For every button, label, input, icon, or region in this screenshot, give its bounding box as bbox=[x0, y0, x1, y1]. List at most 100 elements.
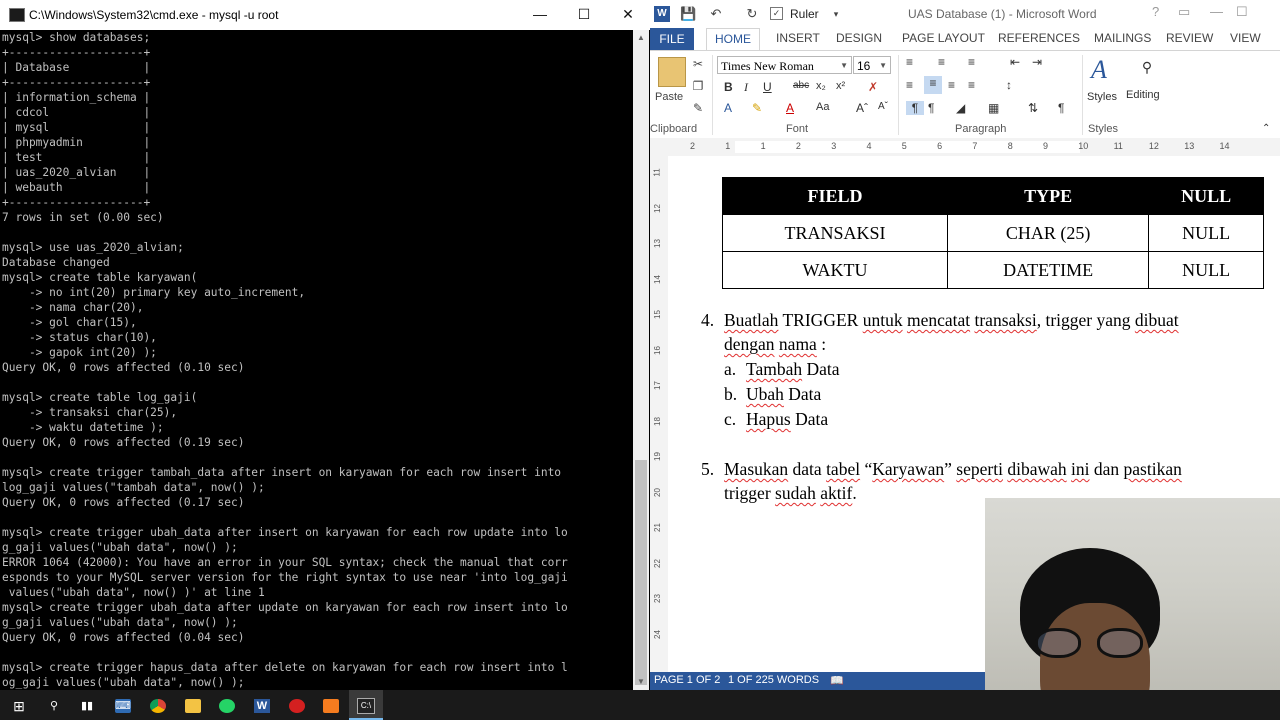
console-output[interactable]: mysql> show databases; +----------------… bbox=[2, 30, 630, 690]
ruler-number: 18 bbox=[652, 416, 662, 426]
styles-icon[interactable]: A bbox=[1091, 57, 1117, 83]
text-run: nama bbox=[778, 334, 817, 354]
word-count[interactable]: 1 OF 225 WORDS bbox=[728, 674, 819, 686]
cmd-title: C:\Windows\System32\cmd.exe - mysql -u r… bbox=[29, 8, 279, 22]
paste-icon[interactable] bbox=[658, 57, 686, 87]
maximize-button[interactable]: ☐ bbox=[562, 0, 606, 30]
text-run: dan bbox=[1089, 459, 1124, 479]
sort-icon[interactable]: ⇅ bbox=[1028, 101, 1038, 115]
proofing-icon[interactable]: 📖 bbox=[830, 674, 844, 687]
line-spacing-icon[interactable]: ↕ bbox=[1006, 78, 1012, 92]
change-case-icon[interactable]: Aa bbox=[816, 101, 829, 113]
task-view-icon[interactable]: ▮▮ bbox=[70, 690, 104, 720]
text-run: pastikan bbox=[1123, 459, 1182, 479]
group-divider bbox=[898, 55, 899, 135]
ribbon-display-icon[interactable]: ▭ bbox=[1178, 4, 1190, 20]
editing-button[interactable]: Editing bbox=[1126, 89, 1160, 101]
grow-font-icon[interactable]: Aˆ bbox=[856, 101, 868, 115]
tab-design[interactable]: DESIGN bbox=[836, 31, 882, 45]
redo-icon[interactable]: ↻ bbox=[744, 6, 760, 22]
vertical-ruler[interactable]: 11 12 13 14 15 16 17 18 19 20 21 22 23 24 bbox=[650, 156, 668, 672]
tab-home[interactable]: HOME bbox=[706, 28, 760, 52]
tab-page-layout[interactable]: PAGE LAYOUT bbox=[902, 31, 985, 45]
justify-icon[interactable]: ≡ bbox=[968, 78, 975, 92]
collapse-ribbon-icon[interactable]: ⌃ bbox=[1262, 123, 1270, 134]
cmd-window[interactable]: C:\Windows\System32\cmd.exe - mysql -u r… bbox=[0, 0, 651, 690]
strikethrough-icon[interactable]: abc bbox=[793, 80, 809, 91]
shading-icon[interactable]: ◢ bbox=[956, 101, 965, 115]
text-run: dibuat bbox=[1134, 310, 1179, 330]
cmd-titlebar[interactable]: C:\Windows\System32\cmd.exe - mysql -u r… bbox=[0, 0, 650, 30]
font-size-select[interactable]: 16 ▼ bbox=[853, 56, 891, 74]
ruler-number: 10 bbox=[1078, 141, 1089, 151]
show-formatting-icon[interactable]: ¶ bbox=[1058, 101, 1064, 115]
recorder-icon[interactable] bbox=[280, 690, 314, 720]
find-icon[interactable]: ⚲ bbox=[1138, 59, 1156, 77]
highlight-icon[interactable]: ✎ bbox=[752, 101, 762, 115]
cmd-taskbar-icon[interactable]: C:\ bbox=[349, 690, 383, 720]
cmd-scrollbar[interactable]: ▲ ▼ bbox=[633, 30, 649, 690]
minimize-button[interactable]: — bbox=[518, 0, 562, 30]
ruler-checkbox[interactable]: ✓ bbox=[770, 7, 783, 20]
close-button[interactable]: ✕ bbox=[606, 0, 650, 30]
paragraph-group-label: Paragraph bbox=[955, 123, 1007, 135]
align-right-icon[interactable]: ≡ bbox=[948, 78, 955, 92]
shrink-font-icon[interactable]: Aˇ bbox=[878, 101, 888, 112]
font-color-icon[interactable]: A bbox=[786, 101, 794, 115]
table-row: WAKTU DATETIME NULL bbox=[721, 251, 1264, 289]
format-painter-icon[interactable]: ✎ bbox=[690, 101, 706, 115]
tab-view[interactable]: VIEW bbox=[1230, 31, 1261, 45]
word-maximize-button[interactable]: ☐ bbox=[1236, 4, 1248, 20]
multilevel-list-icon[interactable]: ≡ bbox=[968, 55, 975, 69]
text-run: untuk bbox=[862, 310, 903, 330]
tab-file[interactable]: FILE bbox=[650, 28, 694, 50]
help-icon[interactable]: ? bbox=[1152, 4, 1159, 19]
align-left-icon[interactable]: ≡ bbox=[906, 78, 913, 92]
copy-icon[interactable]: ❐ bbox=[690, 79, 706, 93]
scroll-thumb[interactable] bbox=[635, 460, 647, 685]
borders-icon[interactable]: ▦ bbox=[988, 101, 999, 115]
undo-icon[interactable]: ↶ bbox=[708, 6, 724, 22]
scroll-up-icon[interactable]: ▲ bbox=[633, 30, 649, 46]
word-taskbar-icon[interactable]: W bbox=[245, 690, 279, 720]
numbering-icon[interactable]: ≡ bbox=[938, 55, 945, 69]
keyboard-icon[interactable]: ⌨ bbox=[106, 690, 140, 720]
decrease-indent-icon[interactable]: ⇤ bbox=[1010, 55, 1020, 69]
underline-icon[interactable]: U bbox=[763, 80, 772, 94]
start-icon[interactable]: ⊞ bbox=[2, 690, 36, 720]
customize-qat-icon[interactable]: ▾ bbox=[828, 6, 844, 22]
tab-mailings[interactable]: MAILINGS bbox=[1094, 31, 1151, 45]
cut-icon[interactable]: ✂ bbox=[690, 57, 706, 71]
tab-insert[interactable]: INSERT bbox=[776, 31, 820, 45]
clipboard-group-label: Clipboard bbox=[650, 123, 698, 135]
bullets-icon[interactable]: ≡ bbox=[906, 55, 913, 69]
word-minimize-button[interactable]: — bbox=[1210, 4, 1223, 19]
styles-button[interactable]: Styles bbox=[1087, 91, 1117, 103]
ltr-icon[interactable]: ¶ bbox=[906, 101, 924, 115]
xampp-icon[interactable] bbox=[314, 690, 348, 720]
subscript-icon[interactable]: x₂ bbox=[816, 80, 826, 92]
italic-icon[interactable]: I bbox=[744, 80, 748, 95]
tab-references[interactable]: REFERENCES bbox=[998, 31, 1080, 45]
align-center-icon[interactable]: ≡ bbox=[924, 76, 942, 94]
search-icon[interactable]: ⚲ bbox=[37, 690, 71, 720]
chrome-icon[interactable] bbox=[141, 690, 175, 720]
text-run: ” bbox=[944, 459, 957, 479]
ruler-number: 13 bbox=[652, 239, 662, 248]
text-effects-icon[interactable]: A bbox=[724, 101, 732, 115]
tab-review[interactable]: REVIEW bbox=[1166, 31, 1213, 45]
horizontal-ruler[interactable]: 2 1 1 2 3 4 5 6 7 8 9 10 11 12 13 14 bbox=[650, 138, 1280, 157]
scroll-down-icon[interactable]: ▼ bbox=[633, 674, 649, 690]
page-count[interactable]: PAGE 1 OF 2 bbox=[654, 674, 720, 686]
paste-button[interactable]: Paste bbox=[655, 91, 683, 103]
rtl-icon[interactable]: ¶ bbox=[928, 101, 934, 115]
increase-indent-icon[interactable]: ⇥ bbox=[1032, 55, 1042, 69]
file-explorer-icon[interactable] bbox=[176, 690, 210, 720]
whatsapp-icon[interactable] bbox=[210, 690, 244, 720]
font-name-select[interactable]: Times New Roman ▼ bbox=[717, 56, 852, 74]
bold-icon[interactable]: B bbox=[724, 80, 733, 94]
superscript-icon[interactable]: x² bbox=[836, 80, 845, 92]
save-icon[interactable]: 💾 bbox=[680, 6, 696, 22]
text-run: Ubah bbox=[746, 384, 784, 404]
clear-formatting-icon[interactable]: ✗ bbox=[868, 80, 878, 94]
